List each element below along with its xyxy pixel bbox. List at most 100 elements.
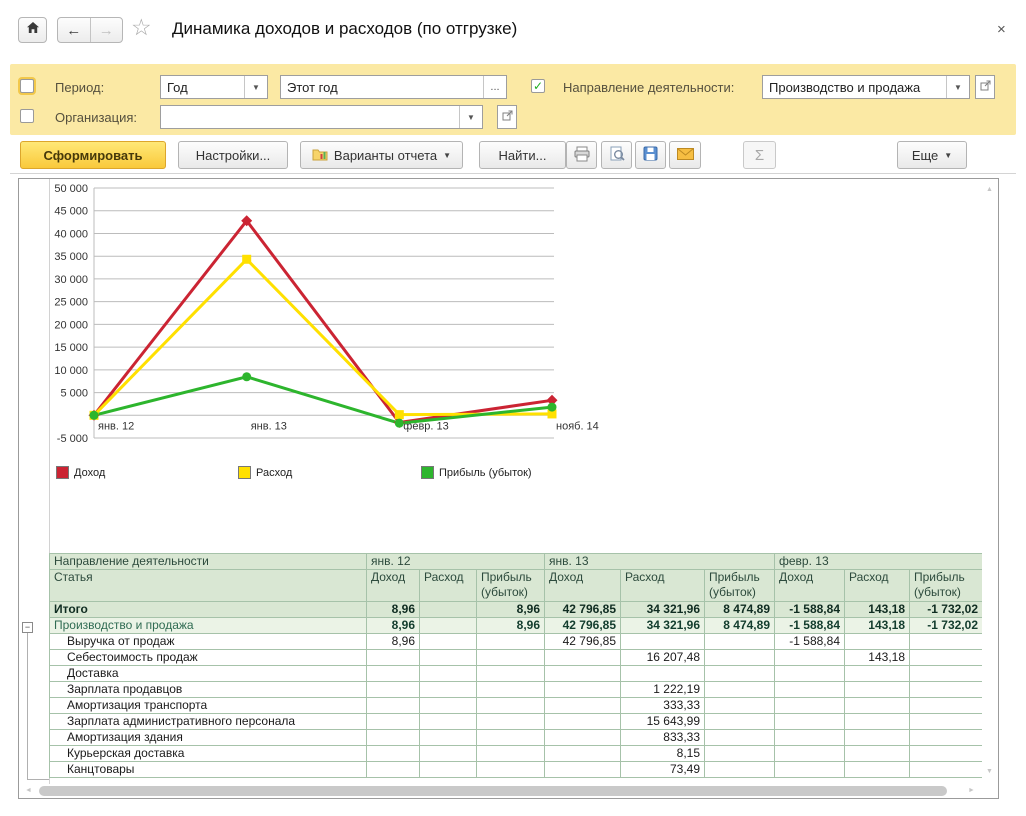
table-cell[interactable] (367, 746, 420, 762)
table-cell[interactable]: 34 321,96 (621, 618, 705, 634)
table-cell[interactable] (845, 730, 910, 746)
table-cell[interactable]: 8 474,89 (705, 618, 775, 634)
close-icon[interactable]: × (997, 21, 1006, 38)
period-checkbox[interactable] (20, 79, 34, 93)
table-cell[interactable] (420, 746, 477, 762)
table-cell[interactable] (477, 650, 545, 666)
table-cell[interactable] (775, 698, 845, 714)
print-button[interactable] (566, 141, 597, 169)
table-cell[interactable] (420, 650, 477, 666)
table-cell[interactable] (775, 746, 845, 762)
table-cell[interactable]: 42 796,85 (545, 602, 621, 618)
table-cell[interactable] (367, 650, 420, 666)
table-cell[interactable] (545, 730, 621, 746)
table-row-label[interactable]: Канцтовары (50, 762, 367, 778)
collapse-group-button[interactable]: − (22, 622, 33, 633)
organization-open-button[interactable] (497, 105, 517, 129)
chevron-down-icon[interactable]: ▼ (459, 106, 482, 128)
table-cell[interactable] (367, 698, 420, 714)
table-cell[interactable] (367, 682, 420, 698)
table-cell[interactable] (910, 762, 983, 778)
table-cell[interactable] (910, 634, 983, 650)
table-cell[interactable]: 8 474,89 (705, 602, 775, 618)
table-row-label[interactable]: Себестоимость продаж (50, 650, 367, 666)
table-cell[interactable] (705, 650, 775, 666)
table-cell[interactable] (477, 634, 545, 650)
organization-checkbox[interactable] (20, 109, 34, 123)
sum-button[interactable]: Σ (743, 141, 776, 169)
scrollbar-thumb[interactable] (39, 786, 947, 796)
table-cell[interactable]: -1 732,02 (910, 618, 983, 634)
scroll-up-icon[interactable]: ▲ (986, 186, 993, 193)
report-variants-button[interactable]: Варианты отчета ▼ (300, 141, 463, 169)
table-cell[interactable] (845, 682, 910, 698)
table-cell[interactable] (545, 746, 621, 762)
table-row-label[interactable]: Зарплата продавцов (50, 682, 367, 698)
table-row-label[interactable]: Зарплата административного персонала (50, 714, 367, 730)
print-preview-button[interactable] (601, 141, 632, 169)
table-header-cell[interactable]: Прибыль (убыток) (910, 570, 983, 602)
forward-button[interactable]: → (91, 18, 123, 42)
more-button[interactable]: Еще ▼ (897, 141, 967, 169)
business-line-checkbox[interactable] (531, 79, 545, 93)
table-cell[interactable]: 16 207,48 (621, 650, 705, 666)
table-cell[interactable] (775, 714, 845, 730)
table-cell[interactable]: -1 732,02 (910, 602, 983, 618)
period-value-field[interactable] (281, 80, 483, 95)
table-cell[interactable] (910, 730, 983, 746)
table-cell[interactable] (420, 714, 477, 730)
table-cell[interactable] (545, 650, 621, 666)
table-cell[interactable] (420, 730, 477, 746)
table-cell[interactable]: 8,96 (367, 634, 420, 650)
table-cell[interactable] (367, 714, 420, 730)
back-button[interactable]: ← (58, 18, 91, 42)
vertical-scrollbar[interactable]: ▲ ▼ (982, 180, 998, 784)
table-cell[interactable] (705, 730, 775, 746)
table-header-cell[interactable]: Прибыль (убыток) (705, 570, 775, 602)
table-cell[interactable] (545, 762, 621, 778)
table-cell[interactable] (545, 698, 621, 714)
table-header-cell[interactable]: Расход (845, 570, 910, 602)
table-cell[interactable] (420, 618, 477, 634)
table-cell[interactable]: 143,18 (845, 602, 910, 618)
table-cell[interactable] (705, 698, 775, 714)
period-type-select[interactable]: Год ▼ (160, 75, 268, 99)
scroll-down-icon[interactable]: ▼ (986, 768, 993, 775)
table-cell[interactable]: 8,96 (477, 602, 545, 618)
table-cell[interactable] (775, 682, 845, 698)
table-cell[interactable] (477, 730, 545, 746)
table-cell[interactable]: 333,33 (621, 698, 705, 714)
table-cell[interactable] (705, 746, 775, 762)
table-cell[interactable] (545, 714, 621, 730)
business-line-select[interactable]: Производство и продажа ▼ (762, 75, 970, 99)
table-cell[interactable] (910, 682, 983, 698)
table-cell[interactable] (910, 714, 983, 730)
table-header-cell[interactable]: Доход (775, 570, 845, 602)
table-cell[interactable] (420, 634, 477, 650)
table-cell[interactable] (367, 762, 420, 778)
period-value-input[interactable]: ... (280, 75, 507, 99)
table-cell[interactable]: -1 588,84 (775, 618, 845, 634)
table-row-label[interactable]: Итого (50, 602, 367, 618)
table-cell[interactable] (845, 698, 910, 714)
table-cell[interactable] (910, 698, 983, 714)
table-cell[interactable] (775, 762, 845, 778)
table-cell[interactable]: 42 796,85 (545, 634, 621, 650)
table-row-label[interactable]: Амортизация транспорта (50, 698, 367, 714)
table-cell[interactable] (705, 714, 775, 730)
table-row-label[interactable]: Амортизация здания (50, 730, 367, 746)
table-cell[interactable] (845, 714, 910, 730)
table-cell[interactable] (477, 666, 545, 682)
table-cell[interactable] (910, 650, 983, 666)
table-cell[interactable]: 833,33 (621, 730, 705, 746)
table-cell[interactable] (420, 682, 477, 698)
table-cell[interactable] (845, 746, 910, 762)
chevron-down-icon[interactable]: ▼ (244, 76, 267, 98)
table-cell[interactable] (910, 666, 983, 682)
table-cell[interactable] (621, 666, 705, 682)
table-cell[interactable]: 8,96 (477, 618, 545, 634)
ellipsis-button[interactable]: ... (483, 76, 506, 98)
table-cell[interactable]: 8,15 (621, 746, 705, 762)
generate-button[interactable]: Сформировать (20, 141, 166, 169)
table-cell[interactable]: 8,96 (367, 602, 420, 618)
